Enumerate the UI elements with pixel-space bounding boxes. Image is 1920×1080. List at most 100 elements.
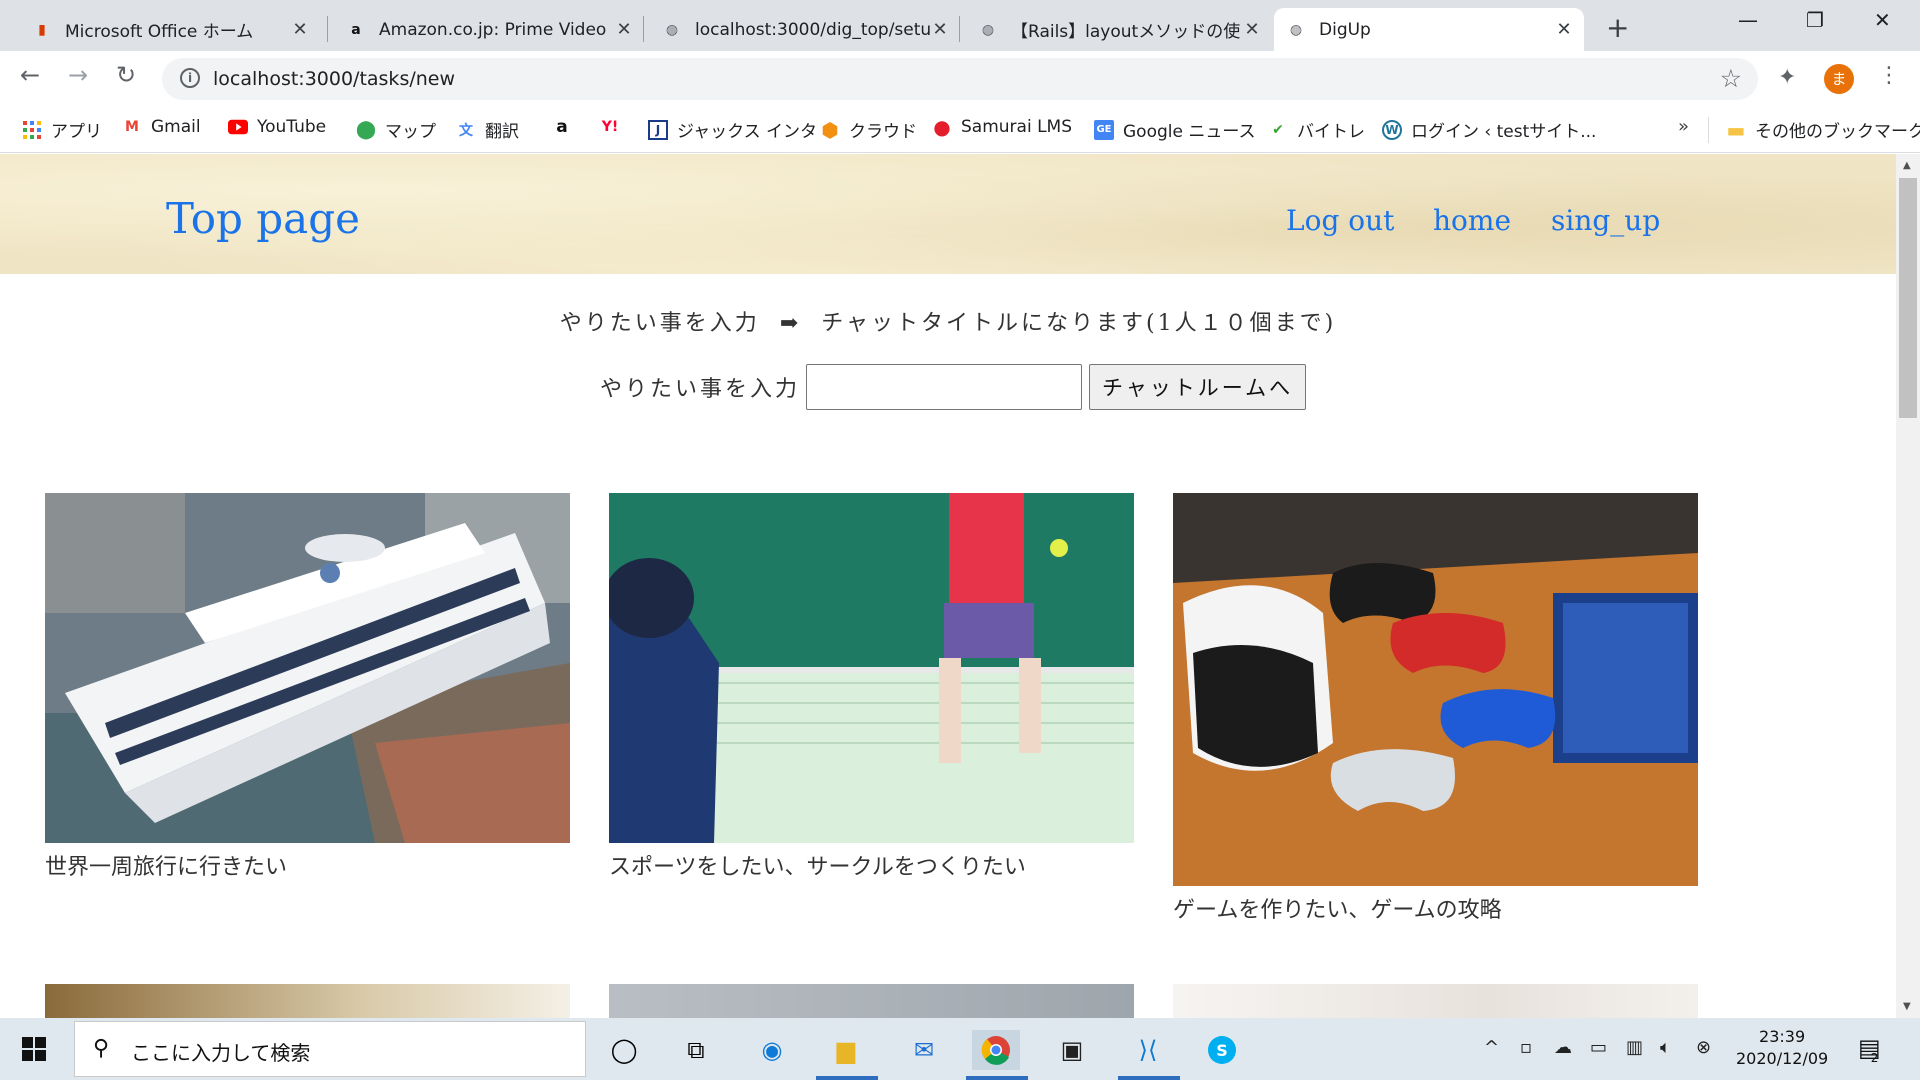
bookmark-baitore[interactable]: ✔ バイトレ [1268, 117, 1365, 143]
bookmark-jaccs[interactable]: J ジャックス インタ [648, 117, 817, 142]
more-menu-icon[interactable]: ⋮ [1878, 63, 1900, 88]
cruise-ship-image[interactable] [45, 493, 570, 843]
more-bookmarks-chevron-icon[interactable]: » [1678, 116, 1689, 137]
site-title[interactable]: Top page [166, 194, 360, 243]
bookmark-label: 翻訳 [485, 122, 519, 142]
new-tab-plus-icon[interactable]: + [1606, 11, 1629, 44]
task-input[interactable] [806, 364, 1083, 410]
profile-avatar[interactable]: ま [1824, 64, 1854, 94]
amazon-icon: a [556, 117, 568, 137]
ime-off-icon[interactable]: ⊗ [1696, 1037, 1711, 1058]
skype-icon[interactable]: S [1202, 1030, 1242, 1070]
bookmark-youtube[interactable]: YouTube [228, 117, 326, 137]
bookmark-star-icon[interactable]: ☆ [1720, 64, 1742, 93]
cortana-circle-icon[interactable]: ◯ [604, 1030, 644, 1070]
scroll-up-arrow-icon[interactable]: ▲ [1903, 160, 1911, 171]
signup-link[interactable]: sing_up [1551, 204, 1660, 237]
taskbar-clock[interactable]: 23:39 2020/12/09 [1736, 1026, 1828, 1070]
chrome-icon[interactable] [972, 1030, 1020, 1070]
restore-icon[interactable]: ❐ [1806, 8, 1824, 32]
tab-amazon-prime[interactable]: a Amazon.co.jp: Prime Video ✕ [334, 8, 644, 51]
vscode-running-indicator [1118, 1076, 1180, 1080]
close-window-icon[interactable]: ✕ [1874, 8, 1891, 32]
card-caption[interactable]: 世界一周旅行に行きたい [45, 849, 570, 881]
bookmark-samurai[interactable]: ● Samurai LMS [932, 115, 1072, 139]
back-arrow-icon[interactable]: ← [20, 61, 40, 89]
scrollbar-thumb[interactable] [1899, 178, 1917, 418]
windows-start-icon[interactable] [22, 1037, 46, 1065]
store-bag-icon[interactable]: ▣ [1052, 1030, 1092, 1070]
minimize-icon[interactable]: — [1738, 8, 1758, 32]
battery-icon[interactable]: ▭ [1590, 1037, 1607, 1058]
bookmark-yahoo[interactable]: Y! [600, 117, 629, 137]
bookmark-cloud[interactable]: ⬢ クラウド [820, 117, 917, 143]
reload-icon[interactable]: ↻ [116, 61, 136, 89]
task-card-row2-1[interactable] [45, 984, 570, 1018]
vscode-icon[interactable]: ⟩⟨ [1128, 1030, 1168, 1070]
wordpress-icon: W [1382, 119, 1402, 140]
task-view-icon[interactable]: ⧉ [676, 1030, 716, 1070]
network-icon[interactable]: ▥ [1626, 1037, 1643, 1058]
bookmark-google-news[interactable]: GE Google ニュース [1094, 117, 1256, 142]
bookmark-maps[interactable]: ⬤ マップ [356, 117, 436, 142]
taskbar-search-box[interactable]: ⚲ ここに入力して検索 [74, 1021, 586, 1077]
bookmark-label: クラウド [849, 122, 917, 142]
card-caption[interactable]: スポーツをしたい、サークルをつくりたい [609, 849, 1134, 881]
tab-digup[interactable]: ◍ DigUp ✕ [1274, 8, 1584, 51]
task-card-row2-2[interactable] [609, 984, 1134, 1018]
bookmark-label: YouTube [257, 117, 327, 137]
tab-title: 【Rails】layoutメソッドの使い方 [1011, 22, 1242, 42]
bookmark-apps[interactable]: アプリ [22, 117, 102, 142]
tab-title: Microsoft Office ホーム [65, 22, 254, 42]
tab-localhost-setup[interactable]: ◍ localhost:3000/dig_top/setu ✕ [650, 8, 960, 51]
notification-count: 2 [1870, 1051, 1879, 1065]
notification-center-icon[interactable]: ▤2 [1858, 1034, 1888, 1065]
mail-icon[interactable]: ✉ [904, 1030, 944, 1070]
file-explorer-icon[interactable]: ▆ [826, 1030, 866, 1070]
close-tab-icon[interactable]: ✕ [1554, 19, 1574, 40]
scroll-down-arrow-icon[interactable]: ▼ [1903, 1001, 1911, 1012]
meet-now-icon[interactable]: ▫ [1520, 1037, 1532, 1058]
task-input-label: やりたい事を入力 [600, 377, 801, 402]
bookmark-gmail[interactable]: M Gmail [122, 117, 201, 137]
tennis-player-image[interactable] [609, 493, 1134, 843]
game-controllers-image[interactable] [1173, 493, 1698, 886]
tab-divider [643, 16, 644, 42]
page-scrollbar[interactable]: ▲ ▼ [1896, 154, 1920, 1018]
bookmark-translate[interactable]: 文 翻訳 [456, 117, 519, 142]
close-tab-icon[interactable]: ✕ [930, 19, 950, 40]
bookmark-wordpress[interactable]: W ログイン ‹ testサイト... [1382, 117, 1596, 142]
tab-title: localhost:3000/dig_top/setu [695, 19, 930, 40]
forward-arrow-icon[interactable]: → [68, 61, 88, 89]
chatroom-submit-button[interactable]: チャットルームへ [1089, 364, 1307, 410]
gmail-icon: M [125, 119, 139, 135]
volume-icon[interactable]: 🔈︎ [1660, 1037, 1671, 1058]
site-info-icon[interactable]: i [180, 68, 200, 88]
onedrive-cloud-icon[interactable]: ☁ [1554, 1037, 1572, 1058]
extensions-puzzle-icon[interactable]: ✦ [1778, 65, 1796, 90]
task-card-travel[interactable]: 世界一周旅行に行きたい [45, 493, 570, 881]
card-caption[interactable]: ゲームを作りたい、ゲームの攻略 [1173, 892, 1698, 924]
search-placeholder: ここに入力して検索 [131, 1041, 311, 1065]
card-image[interactable] [609, 984, 1134, 1018]
close-tab-icon[interactable]: ✕ [614, 19, 634, 40]
home-link[interactable]: home [1433, 204, 1511, 237]
card-image[interactable] [45, 984, 570, 1018]
bookmark-amazon[interactable]: a [552, 117, 581, 137]
chrome-running-indicator [966, 1076, 1028, 1080]
edge-browser-icon[interactable]: ◉ [752, 1030, 792, 1070]
task-card-sports[interactable]: スポーツをしたい、サークルをつくりたい [609, 493, 1134, 881]
close-tab-icon[interactable]: ✕ [1242, 19, 1262, 40]
close-tab-icon[interactable]: ✕ [290, 19, 310, 40]
clock-time: 23:39 [1759, 1027, 1806, 1046]
bookmark-other[interactable]: ▬ その他のブックマーク [1726, 117, 1920, 143]
tab-rails-layout[interactable]: ◍ 【Rails】layoutメソッドの使い方 ✕ [966, 8, 1272, 51]
show-hidden-icons-chevron-icon[interactable]: ^ [1484, 1037, 1499, 1058]
logout-link[interactable]: Log out [1286, 204, 1394, 237]
tab-microsoft-office[interactable]: ▮ Microsoft Office ホーム ✕ [20, 8, 320, 51]
card-image[interactable] [1173, 984, 1698, 1018]
task-card-row2-3[interactable] [1173, 984, 1698, 1018]
address-bar[interactable]: i localhost:3000/tasks/new ☆ [162, 58, 1758, 100]
task-card-games[interactable]: ゲームを作りたい、ゲームの攻略 [1173, 493, 1698, 924]
url-text[interactable]: localhost:3000/tasks/new [213, 68, 455, 90]
